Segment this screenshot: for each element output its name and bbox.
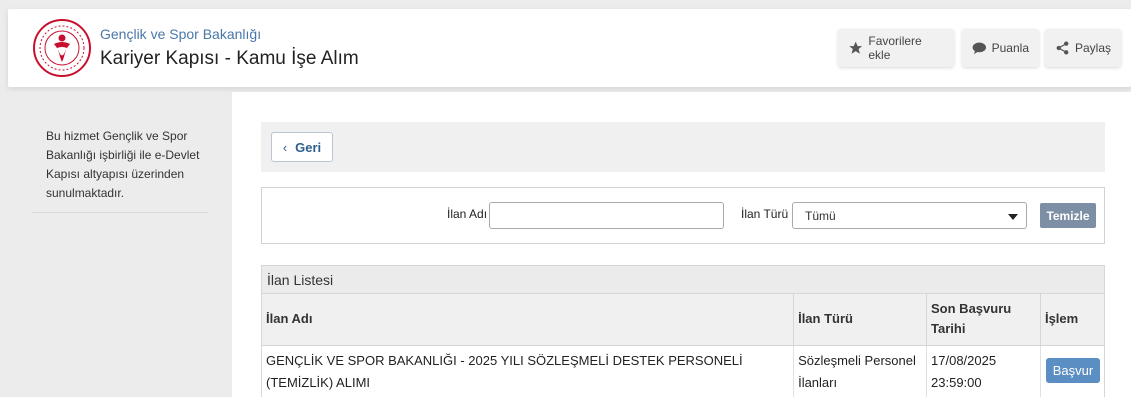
column-header-name: İlan Adı — [262, 294, 795, 346]
table-header-row: İlan Adı İlan Türü Son Başvuru Tarihi İş… — [262, 294, 1104, 346]
chevron-down-icon — [1008, 214, 1018, 220]
ministry-logo-icon — [33, 19, 91, 77]
main-content: ‹ Geri İlan Adı İlan Türü Tümü Temizle İ… — [232, 92, 1131, 397]
filter-panel: İlan Adı İlan Türü Tümü Temizle — [261, 187, 1105, 244]
sidebar-divider — [32, 212, 208, 213]
listing-type-select[interactable]: Tümü — [792, 202, 1027, 229]
share-icon — [1056, 41, 1069, 55]
table-row: GENÇLİK VE SPOR BAKANLIĞI - 2025 YILI SÖ… — [262, 345, 1104, 397]
column-header-deadline: Son Başvuru Tarihi — [926, 294, 1041, 346]
listing-name-label: İlan Adı — [447, 207, 488, 221]
listing-deadline-cell: 17/08/2025 23:59:00 — [926, 345, 1041, 397]
rate-label: Puanla — [991, 41, 1029, 55]
listing-name-cell: GENÇLİK VE SPOR BAKANLIĞI - 2025 YILI SÖ… — [262, 345, 795, 397]
ministry-name[interactable]: Gençlik ve Spor Bakanlığı — [100, 26, 261, 42]
listing-panel: İlan Listesi İlan Adı İlan Türü Son Başv… — [261, 265, 1105, 397]
back-button[interactable]: ‹ Geri — [271, 132, 333, 162]
column-header-type: İlan Türü — [793, 294, 928, 346]
apply-button[interactable]: Başvur — [1045, 357, 1100, 383]
listing-type-cell: Sözleşmeli Personel İlanları — [793, 345, 928, 397]
listing-type-label: İlan Türü — [741, 207, 789, 221]
listing-name-input[interactable] — [489, 202, 724, 229]
page-title: Kariyer Kapısı - Kamu İşe Alım — [100, 48, 359, 69]
listing-type-selected: Tümü — [805, 209, 836, 223]
chevron-left-icon: ‹ — [282, 139, 288, 155]
service-info-text: Bu hizmet Gençlik ve Spor Bakanlığı işbi… — [46, 129, 200, 200]
listing-table: İlan Adı İlan Türü Son Başvuru Tarihi İş… — [262, 294, 1104, 397]
back-label: Geri — [295, 139, 322, 155]
share-label: Paylaş — [1074, 41, 1111, 55]
add-favorite-label: Favorilere ekle — [868, 34, 922, 62]
listing-action-cell: Başvur — [1040, 345, 1104, 397]
speech-bubble-icon — [972, 42, 987, 55]
listing-panel-title: İlan Listesi — [262, 266, 1104, 294]
star-icon — [849, 41, 863, 54]
clear-button[interactable]: Temizle — [1040, 203, 1096, 228]
rate-button[interactable]: Puanla — [962, 29, 1039, 67]
column-header-action: İşlem — [1040, 294, 1104, 346]
share-button[interactable]: Paylaş — [1045, 29, 1121, 67]
back-bar: ‹ Geri — [261, 122, 1105, 172]
add-favorite-button[interactable]: Favorilere ekle — [838, 29, 954, 67]
page-header: Gençlik ve Spor Bakanlığı Kariyer Kapısı… — [8, 9, 1131, 87]
sidebar: Bu hizmet Gençlik ve Spor Bakanlığı işbi… — [8, 92, 230, 397]
